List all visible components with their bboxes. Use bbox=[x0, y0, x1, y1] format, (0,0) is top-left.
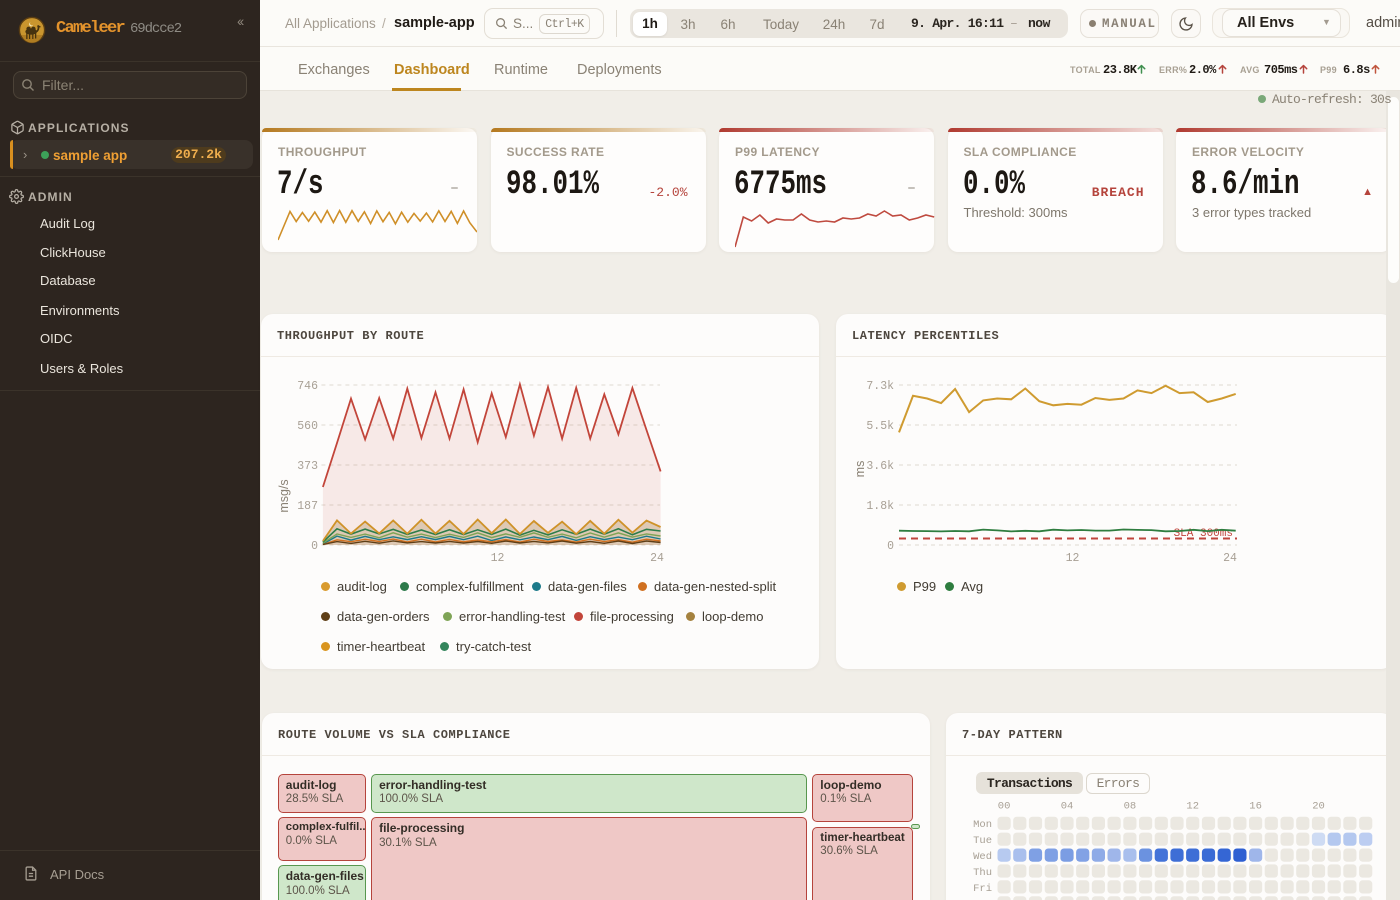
svg-text:msg/s: msg/s bbox=[277, 479, 291, 512]
svg-text:7.3k: 7.3k bbox=[866, 380, 894, 393]
svg-text:3.6k: 3.6k bbox=[866, 460, 894, 473]
svg-text:5.5k: 5.5k bbox=[866, 420, 894, 433]
svg-text:00: 00 bbox=[998, 801, 1011, 813]
svg-text:373: 373 bbox=[297, 460, 318, 473]
svg-text:Fri: Fri bbox=[973, 883, 992, 895]
svg-text:Mon: Mon bbox=[973, 819, 992, 831]
svg-text:04: 04 bbox=[1061, 801, 1074, 813]
svg-text:24: 24 bbox=[1223, 552, 1237, 565]
svg-text:560: 560 bbox=[297, 420, 318, 433]
svg-text:Wed: Wed bbox=[973, 851, 992, 863]
svg-text:746: 746 bbox=[297, 380, 318, 393]
svg-text:0: 0 bbox=[887, 540, 894, 553]
svg-text:24: 24 bbox=[650, 552, 664, 565]
svg-text:0: 0 bbox=[311, 540, 318, 553]
svg-text:16: 16 bbox=[1249, 801, 1262, 813]
svg-text:08: 08 bbox=[1124, 801, 1137, 813]
svg-text:1.8k: 1.8k bbox=[866, 500, 894, 513]
svg-text:ms: ms bbox=[853, 461, 867, 478]
svg-text:187: 187 bbox=[297, 500, 318, 513]
svg-text:Thu: Thu bbox=[973, 867, 992, 879]
svg-text:20: 20 bbox=[1312, 801, 1325, 813]
svg-text:12: 12 bbox=[1066, 552, 1080, 565]
svg-text:12: 12 bbox=[1186, 801, 1199, 813]
svg-text:Tue: Tue bbox=[973, 835, 992, 847]
svg-text:12: 12 bbox=[491, 552, 505, 565]
